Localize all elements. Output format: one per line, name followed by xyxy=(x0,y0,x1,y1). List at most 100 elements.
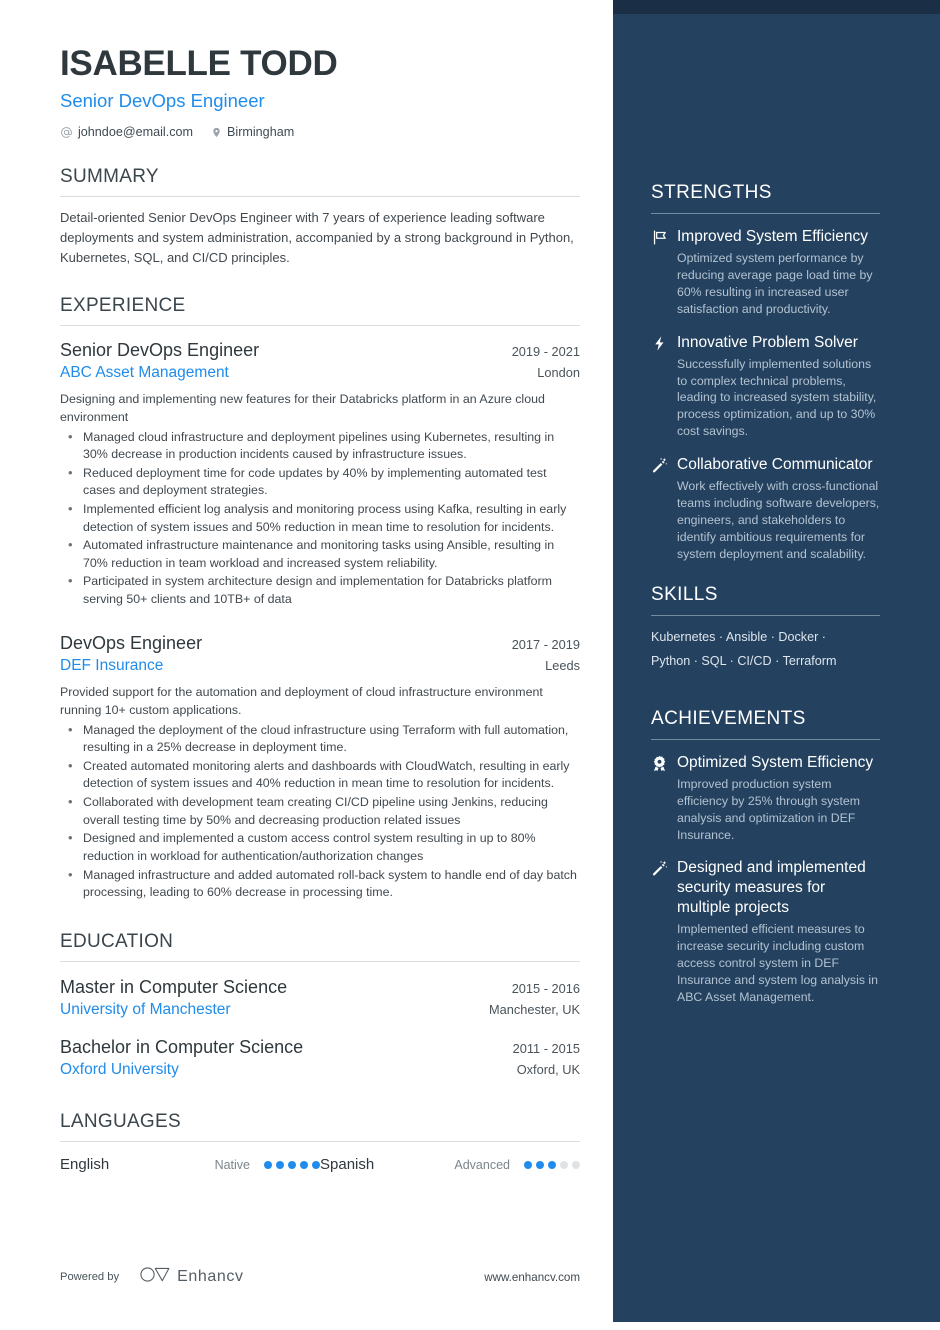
job-bullet: Participated in system architecture desi… xyxy=(60,572,580,608)
website-url[interactable]: www.enhancv.com xyxy=(484,1271,580,1284)
sidebar-top-accent-bar xyxy=(613,0,940,14)
job-role-subtitle: Senior DevOps Engineer xyxy=(60,90,265,111)
achievement-title: Optimized System Efficiency xyxy=(677,753,874,771)
summary-section: SUMMARY Detail-oriented Senior DevOps En… xyxy=(60,166,580,267)
powered-by-label: Powered by xyxy=(60,1271,120,1283)
job-company[interactable]: ABC Asset Management xyxy=(60,362,229,384)
education-school[interactable]: University of Manchester xyxy=(60,999,231,1021)
strengths-heading: STRENGTHS xyxy=(651,182,772,203)
education-school[interactable]: Oxford University xyxy=(60,1059,179,1081)
job-title: Senior DevOps Engineer xyxy=(60,339,260,360)
experience-heading: EXPERIENCE xyxy=(60,294,186,316)
language-rating-dots xyxy=(524,1160,580,1169)
achievement-item: Designed and implemented security measur… xyxy=(651,858,880,1005)
strengths-section: STRENGTHS Improved System Efficiency Opt… xyxy=(651,182,880,563)
divider xyxy=(651,738,880,740)
rating-dot xyxy=(536,1160,544,1169)
rating-dot xyxy=(560,1160,568,1169)
job-bullet: Automated infrastructure maintenance and… xyxy=(60,536,580,572)
enhancv-mark-icon xyxy=(139,1265,170,1289)
skills-line: Kubernetes · Ansible · Docker · xyxy=(651,630,826,645)
job-company[interactable]: DEF Insurance xyxy=(60,655,163,677)
education-section: EDUCATION Master in Computer Science 201… xyxy=(60,931,580,1082)
education-dates: 2011 - 2015 xyxy=(512,1040,580,1056)
skills-section: SKILLS Kubernetes · Ansible · Docker · P… xyxy=(651,584,880,670)
strength-description: Work effectively with cross-functional t… xyxy=(677,479,880,562)
summary-text: Detail-oriented Senior DevOps Engineer w… xyxy=(60,210,574,265)
divider xyxy=(60,960,580,962)
job-bullet: Implemented efficient log analysis and m… xyxy=(60,500,580,536)
location-pin-icon xyxy=(211,126,222,139)
resume-page: ISABELLE TODD Senior DevOps Engineer joh… xyxy=(0,0,940,1330)
strength-title: Innovative Problem Solver xyxy=(677,333,858,351)
rating-dot xyxy=(288,1160,296,1169)
language-level: Advanced xyxy=(454,1157,510,1172)
contact-email[interactable]: johndoe@email.com xyxy=(60,125,193,139)
contact-email-text: johndoe@email.com xyxy=(78,125,193,140)
job-bullet: Collaborated with development team creat… xyxy=(60,793,580,829)
rating-dot xyxy=(312,1160,320,1169)
enhancv-logo[interactable]: Enhancv xyxy=(139,1265,243,1289)
languages-heading: LANGUAGES xyxy=(60,1111,181,1133)
education-location: Oxford, UK xyxy=(516,1061,580,1077)
sidebar: STRENGTHS Improved System Efficiency Opt… xyxy=(613,0,940,1322)
magic-wand-icon xyxy=(651,455,677,563)
experience-entry: Senior DevOps Engineer 2019 - 2021 ABC A… xyxy=(60,338,580,609)
at-icon xyxy=(60,126,73,139)
experience-section: EXPERIENCE Senior DevOps Engineer 2019 -… xyxy=(60,295,580,902)
strength-title: Collaborative Communicator xyxy=(677,456,873,474)
strength-description: Optimized system performance by reducing… xyxy=(677,250,873,316)
achievement-description: Improved production system efficiency by… xyxy=(677,776,860,842)
job-bullet-list: Managed the deployment of the cloud infr… xyxy=(60,721,580,902)
sidebar-content: STRENGTHS Improved System Efficiency Opt… xyxy=(613,14,940,1322)
skills-heading: SKILLS xyxy=(651,584,718,606)
achievement-item: Optimized System Efficiency Improved pro… xyxy=(651,753,880,844)
education-degree: Master in Computer Science xyxy=(60,976,288,997)
strength-item: Innovative Problem Solver Successfully i… xyxy=(651,333,880,441)
language-rating-dots xyxy=(264,1160,320,1169)
education-degree: Bachelor in Computer Science xyxy=(60,1036,304,1057)
achievement-description: Implemented efficient measures to increa… xyxy=(677,921,878,1004)
rating-dot xyxy=(264,1160,272,1169)
magic-wand-icon xyxy=(651,858,677,1005)
education-entry: Bachelor in Computer Science 2011 - 2015… xyxy=(60,1035,580,1082)
contact-location-text: Birmingham xyxy=(227,125,295,140)
enhancv-wordmark: Enhancv xyxy=(177,1268,244,1285)
achievement-title: Designed and implemented security measur… xyxy=(677,859,866,917)
divider xyxy=(60,196,580,198)
job-description: Provided support for the automation and … xyxy=(60,685,543,718)
strength-description: Successfully implemented solutions to co… xyxy=(677,356,877,439)
rating-dot xyxy=(548,1160,556,1169)
job-description: Designing and implementing new features … xyxy=(60,392,545,424)
strength-item: Improved System Efficiency Optimized sys… xyxy=(651,227,880,318)
job-location: London xyxy=(537,364,580,380)
strength-title: Improved System Efficiency xyxy=(677,228,868,245)
divider xyxy=(60,324,580,326)
footer: Powered by Enhancv www.enhancv.com xyxy=(60,1265,580,1289)
contact-list: johndoe@email.com Birmingham xyxy=(60,125,580,139)
job-bullet: Managed the deployment of the cloud infr… xyxy=(60,721,580,757)
award-medal-icon xyxy=(651,753,677,844)
job-bullet: Created automated monitoring alerts and … xyxy=(60,757,580,793)
divider xyxy=(651,615,880,617)
flag-icon xyxy=(651,227,677,318)
language-name: English xyxy=(60,1156,110,1174)
job-title: DevOps Engineer xyxy=(60,632,203,653)
strength-item: Collaborative Communicator Work effectiv… xyxy=(651,455,880,563)
job-location: Leeds xyxy=(545,657,580,673)
job-bullet: Reduced deployment time for code updates… xyxy=(60,464,580,500)
achievements-section: ACHIEVEMENTS Optimized System Efficiency xyxy=(651,708,880,1006)
job-bullet: Managed infrastructure and added automat… xyxy=(60,866,580,902)
job-bullet: Designed and implemented a custom access… xyxy=(60,829,580,865)
education-location: Manchester, UK xyxy=(488,1002,580,1018)
main-column: ISABELLE TODD Senior DevOps Engineer joh… xyxy=(0,0,613,1330)
divider xyxy=(651,213,880,214)
education-entry: Master in Computer Science 2015 - 2016 U… xyxy=(60,975,580,1022)
education-dates: 2015 - 2016 xyxy=(511,980,580,996)
job-bullet-list: Managed cloud infrastructure and deploym… xyxy=(60,428,580,609)
page-title: ISABELLE TODD xyxy=(60,44,338,83)
experience-entry: DevOps Engineer 2017 - 2019 DEF Insuranc… xyxy=(60,631,580,902)
rating-dot xyxy=(300,1160,308,1169)
summary-heading: SUMMARY xyxy=(60,166,159,188)
contact-location[interactable]: Birmingham xyxy=(211,125,294,139)
